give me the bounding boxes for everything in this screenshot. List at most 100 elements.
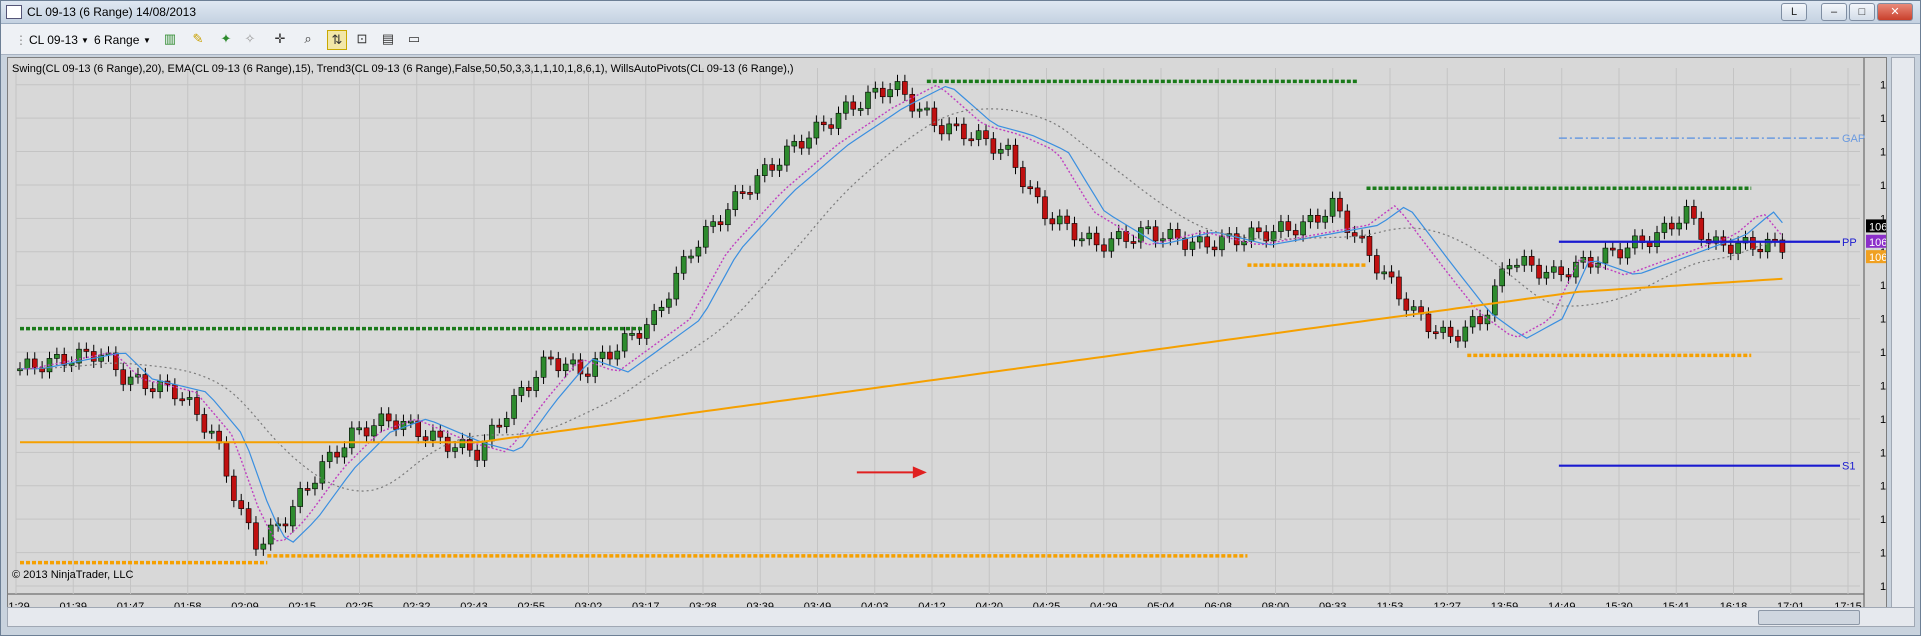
candle-up (1573, 261, 1579, 278)
candle-up (1115, 231, 1122, 240)
candle-down (1204, 236, 1211, 248)
candle-down (1152, 226, 1159, 242)
candle-up (1086, 232, 1093, 240)
y-tick-label: 106.40 (1880, 280, 1886, 292)
candle-down (769, 164, 775, 171)
candle-up (710, 221, 716, 227)
copyright-text: © 2013 NinjaTrader, LLC (12, 569, 133, 581)
y-tick-label: 107.00 (1880, 80, 1886, 92)
vertical-scrollbar[interactable] (1891, 57, 1915, 617)
candle-down (1315, 215, 1321, 223)
candle-up (1108, 238, 1115, 252)
maximize-button[interactable]: □ (1849, 3, 1875, 21)
chevron-down-icon[interactable]: ▼ (81, 36, 89, 45)
candle-down (231, 475, 237, 501)
draw-pencil-icon[interactable]: ✎ (189, 30, 207, 48)
candle-up (533, 377, 539, 391)
candle-down (931, 107, 938, 126)
candle-up (1491, 285, 1498, 316)
candle-up (1543, 271, 1550, 279)
candle-down (31, 358, 38, 369)
candle-up (1624, 247, 1631, 259)
candle-down (149, 388, 156, 393)
indicators-icon[interactable]: ⇅ (327, 30, 347, 50)
candle-down (983, 130, 989, 140)
data-box-icon[interactable]: ▭ (405, 30, 423, 48)
candle-up (1145, 226, 1152, 230)
price-chart[interactable]: 107.00106.90106.80106.70106.60106.50106.… (8, 58, 1886, 616)
candle-down (1064, 215, 1070, 224)
candle-down (83, 348, 90, 352)
candle-up (761, 164, 768, 176)
crosshair-icon[interactable]: ✛ (271, 30, 289, 48)
pin-icon[interactable]: ✦ (217, 30, 235, 48)
candle-up (371, 425, 377, 437)
price-marker-label: 106.49 (1869, 252, 1886, 264)
chevron-down-icon[interactable]: ▼ (143, 36, 151, 45)
candle-up (1676, 222, 1682, 230)
scroll-thumb[interactable] (1758, 610, 1860, 625)
candle-up (865, 91, 871, 109)
candle-down (496, 424, 503, 428)
candle-down (1034, 187, 1041, 198)
candle-down (422, 436, 429, 441)
candle-down (1691, 206, 1697, 219)
candle-up (1189, 241, 1196, 250)
eraser-icon[interactable]: ✧ (241, 30, 259, 48)
candle-down (467, 439, 473, 451)
candle-down (828, 124, 834, 129)
candle-up (208, 430, 215, 434)
y-tick-label: 105.70 (1880, 514, 1886, 526)
candle-down (1536, 264, 1542, 279)
chart-panel[interactable]: 107.00106.90106.80106.70106.60106.50106.… (7, 57, 1887, 617)
link-button[interactable]: L (1781, 3, 1807, 21)
candle-down (1374, 255, 1380, 274)
candle-down (1646, 242, 1653, 247)
candle-up (1079, 238, 1085, 242)
candle-up (341, 447, 348, 458)
y-tick-label: 105.50 (1880, 581, 1886, 593)
candle-down (1020, 167, 1026, 188)
candle-up (459, 439, 466, 448)
candle-down (1668, 222, 1675, 230)
candle-up (1462, 326, 1469, 342)
candle-up (1197, 236, 1203, 243)
pivot-label: GAP (1842, 133, 1865, 145)
candle-up (651, 310, 657, 325)
candle-up (1248, 227, 1255, 242)
candle-up (702, 226, 709, 248)
candle-up (1602, 247, 1609, 264)
candle-up (570, 359, 576, 365)
zoom-icon[interactable]: ⌕ (299, 30, 317, 48)
candle-down (201, 414, 208, 433)
y-tick-label: 106.30 (1880, 314, 1886, 326)
period-selector[interactable]: 6 Range (94, 33, 139, 47)
minimize-button[interactable]: – (1821, 3, 1847, 21)
candle-down (1101, 244, 1107, 252)
strategies-icon[interactable]: ⊡ (353, 30, 371, 48)
close-button[interactable]: ✕ (1877, 3, 1913, 21)
properties-icon[interactable]: ▤ (379, 30, 397, 48)
candle-down (245, 508, 252, 524)
candle-up (1167, 229, 1174, 240)
candle-down (1396, 276, 1402, 300)
candle-up (658, 306, 665, 311)
candle-down (1292, 230, 1299, 236)
candle-up (916, 108, 923, 112)
candle-up (349, 427, 355, 449)
candle-up (688, 255, 694, 259)
candle-up (857, 108, 864, 111)
bar-type-icon[interactable]: ▥ (161, 30, 179, 48)
candle-down (747, 192, 753, 195)
chart-window: CL 09-13 (6 Range) 14/08/2013 L – □ ✕ ⋮ … (0, 0, 1921, 636)
candle-up (1654, 232, 1660, 247)
instrument-selector[interactable]: CL 09-13 (29, 33, 78, 47)
candle-down (1351, 232, 1358, 237)
candle-down (1366, 236, 1373, 256)
candle-down (1042, 196, 1048, 220)
horizontal-scrollbar[interactable] (7, 607, 1915, 627)
candle-up (1683, 206, 1690, 224)
candle-up (806, 137, 812, 149)
candle-up (1300, 221, 1306, 236)
candle-down (1455, 336, 1461, 342)
